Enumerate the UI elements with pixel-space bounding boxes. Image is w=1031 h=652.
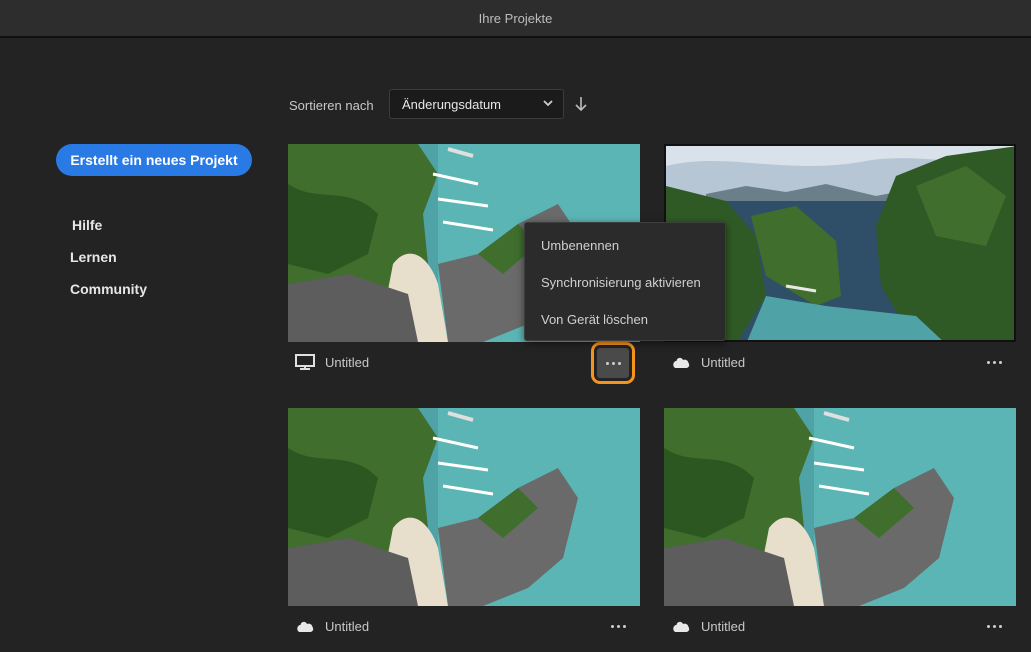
more-options-button[interactable] xyxy=(606,617,630,635)
more-icon xyxy=(605,361,621,365)
chevron-down-icon xyxy=(543,100,553,107)
more-options-button[interactable] xyxy=(982,353,1006,371)
context-menu: Umbenennen Synchronisierung aktivieren V… xyxy=(524,222,726,341)
nav-link-learn[interactable]: Lernen xyxy=(70,249,117,265)
project-footer: Untitled xyxy=(664,606,1016,646)
window-title: Ihre Projekte xyxy=(478,11,553,26)
project-name[interactable]: Untitled xyxy=(325,355,369,370)
more-icon xyxy=(986,360,1002,364)
menu-item-rename[interactable]: Umbenennen xyxy=(541,238,619,253)
monitor-icon xyxy=(295,354,315,370)
cloud-icon xyxy=(297,621,314,632)
project-footer: Untitled xyxy=(664,342,1016,382)
more-icon xyxy=(986,624,1002,628)
project-footer: Untitled xyxy=(288,342,640,384)
menu-item-enable-sync[interactable]: Synchronisierung aktivieren xyxy=(541,275,701,290)
sort-select[interactable]: Änderungsdatum xyxy=(389,89,564,119)
project-thumbnail[interactable] xyxy=(288,408,640,606)
project-name[interactable]: Untitled xyxy=(325,619,369,634)
new-project-button[interactable]: Erstellt ein neues Projekt xyxy=(56,144,252,176)
project-name[interactable]: Untitled xyxy=(701,355,745,370)
more-options-button[interactable] xyxy=(982,617,1006,635)
project-footer: Untitled xyxy=(288,606,640,646)
more-options-button[interactable] xyxy=(591,342,635,384)
menu-item-delete-from-device[interactable]: Von Gerät löschen xyxy=(541,312,648,327)
project-thumbnail[interactable] xyxy=(664,408,1016,606)
title-bar: Ihre Projekte xyxy=(0,0,1031,38)
sort-selected-value: Änderungsdatum xyxy=(402,97,502,112)
cloud-icon xyxy=(673,357,690,368)
more-icon xyxy=(610,624,626,628)
project-name[interactable]: Untitled xyxy=(701,619,745,634)
cloud-icon xyxy=(673,621,690,632)
nav-link-community[interactable]: Community xyxy=(70,281,147,297)
nav-link-help[interactable]: Hilfe xyxy=(72,217,102,233)
arrow-down-icon[interactable] xyxy=(573,95,589,113)
sort-label: Sortieren nach xyxy=(289,98,374,113)
